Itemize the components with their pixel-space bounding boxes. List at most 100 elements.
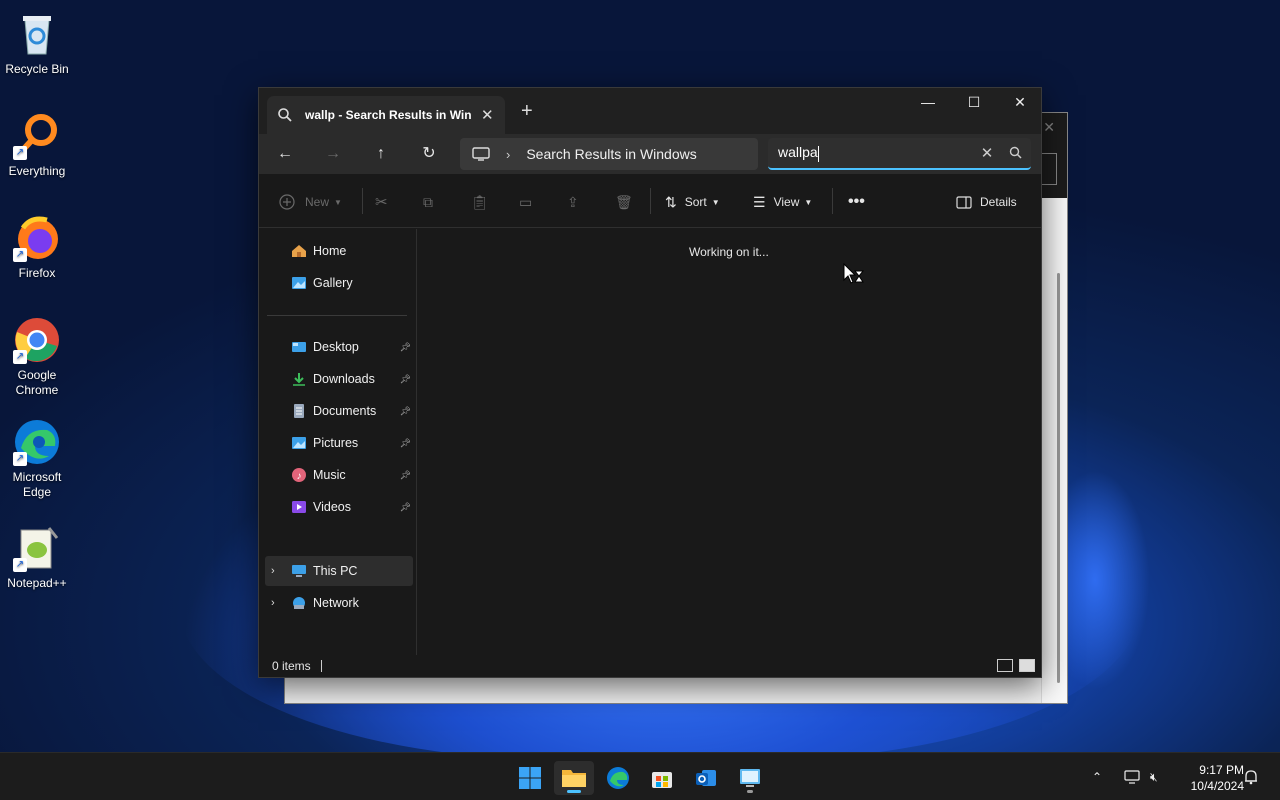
- back-button[interactable]: ←: [271, 142, 299, 166]
- background-window-scrollbar[interactable]: [1057, 273, 1060, 683]
- background-window-search-box[interactable]: [1041, 153, 1057, 185]
- tray-volume[interactable]: 🔇︎: [1150, 753, 1158, 800]
- store-icon: [652, 772, 672, 788]
- chevron-down-icon: ▼: [334, 197, 342, 207]
- maximize-button[interactable]: ☐: [951, 88, 997, 118]
- edge-icon: ↗: [13, 418, 61, 466]
- sidebar-divider: [267, 315, 407, 316]
- delete-button[interactable]: 🗑︎: [615, 191, 633, 213]
- sidebar-item-videos[interactable]: Videos 📌︎: [265, 492, 413, 522]
- sidebar-item-label: Desktop: [313, 340, 359, 354]
- sidebar-item-gallery[interactable]: Gallery: [265, 268, 413, 298]
- sidebar-item-home[interactable]: Home: [265, 236, 413, 266]
- new-button[interactable]: New ▼: [279, 191, 342, 213]
- tray-network[interactable]: [1124, 753, 1140, 800]
- running-indicator: [747, 790, 753, 793]
- chevron-up-icon: ⌃: [1092, 770, 1103, 784]
- chrome-icon: ↗: [13, 316, 61, 364]
- taskbar-control-panel[interactable]: [730, 761, 770, 795]
- minimize-button[interactable]: —: [905, 88, 951, 118]
- chevron-right-icon[interactable]: ›: [271, 565, 275, 577]
- sidebar-item-desktop[interactable]: Desktop 📌︎: [265, 332, 413, 362]
- title-bar: wallp - Search Results in Wind ✕ + — ☐ ✕: [259, 88, 1041, 134]
- pin-icon: 📌︎: [399, 469, 411, 480]
- sidebar-item-documents[interactable]: Documents 📌︎: [265, 396, 413, 426]
- more-icon: •••: [848, 193, 865, 210]
- item-count: 0 items: [272, 659, 311, 673]
- taskbar-outlook[interactable]: [686, 761, 726, 795]
- pin-icon: 📌︎: [399, 341, 411, 352]
- sidebar-item-pictures[interactable]: Pictures 📌︎: [265, 428, 413, 458]
- details-view-icon[interactable]: [997, 659, 1013, 672]
- details-button[interactable]: Details: [956, 191, 1017, 213]
- sidebar-item-downloads[interactable]: Downloads 📌︎: [265, 364, 413, 394]
- copy-icon: ⧉: [423, 193, 433, 210]
- search-icon: [278, 108, 292, 122]
- start-button[interactable]: [510, 761, 550, 795]
- clock-date: 10/4/2024: [1190, 779, 1244, 793]
- status-divider: [320, 660, 322, 672]
- videos-icon: [292, 501, 306, 513]
- desktop-icon-label: Google Chrome: [15, 368, 59, 397]
- shortcut-arrow-icon: ↗: [13, 350, 27, 364]
- control-panel-icon: [740, 769, 760, 787]
- address-bar[interactable]: › Search Results in Windows: [460, 138, 758, 170]
- search-submit-icon[interactable]: [1001, 146, 1031, 160]
- taskbar-edge[interactable]: [598, 761, 638, 795]
- address-text: Search Results in Windows: [526, 146, 697, 162]
- copy-button[interactable]: ⧉: [423, 191, 433, 213]
- desktop-icon-label: Microsoft Edge: [12, 470, 62, 499]
- music-icon: ♪: [292, 468, 306, 482]
- sidebar-item-network[interactable]: › Network: [265, 588, 413, 618]
- desktop-icon-notepad-plus-plus[interactable]: ↗ Notepad++: [0, 524, 74, 591]
- paste-button[interactable]: 📋︎: [471, 191, 489, 213]
- new-tab-button[interactable]: +: [521, 100, 533, 123]
- taskbar-microsoft-store[interactable]: [642, 761, 682, 795]
- view-button[interactable]: ☰ View ▼: [753, 191, 812, 213]
- desktop-icon-everything[interactable]: ↗ Everything: [0, 112, 74, 179]
- desktop-icon-label: Everything: [8, 164, 66, 178]
- rename-icon: ▭: [519, 193, 533, 210]
- clock-time: 9:17 PM: [1199, 763, 1244, 777]
- tab-search-results[interactable]: wallp - Search Results in Wind ✕: [267, 96, 505, 134]
- close-button[interactable]: ✕: [997, 88, 1043, 118]
- share-button[interactable]: ⇪: [567, 191, 579, 213]
- sidebar-item-label: Home: [313, 244, 347, 258]
- toolbar-divider: [650, 188, 651, 214]
- notifications-button[interactable]: [1244, 753, 1258, 800]
- file-list-area[interactable]: Working on it...: [417, 229, 1041, 655]
- show-hidden-icons-button[interactable]: ⌃: [1092, 753, 1102, 800]
- taskbar-file-explorer[interactable]: [554, 761, 594, 795]
- forward-button[interactable]: →: [319, 142, 347, 166]
- desktop-icon-chrome[interactable]: ↗ Google Chrome: [0, 316, 74, 398]
- desktop-icon-edge[interactable]: ↗ Microsoft Edge: [0, 418, 74, 500]
- desktop-icon-recycle-bin[interactable]: Recycle Bin: [0, 10, 74, 77]
- svg-text:♪: ♪: [297, 471, 302, 482]
- more-options-button[interactable]: •••: [848, 191, 865, 213]
- rename-button[interactable]: ▭: [519, 191, 532, 213]
- search-input[interactable]: wallpa ✕: [768, 138, 1031, 170]
- clear-search-icon[interactable]: ✕: [973, 144, 1001, 162]
- sort-button[interactable]: ⇅ Sort ▼: [665, 191, 720, 213]
- tiles-view-icon[interactable]: [1019, 659, 1035, 672]
- cut-button[interactable]: ✂: [375, 191, 388, 213]
- trash-icon: 🗑︎: [615, 193, 633, 210]
- recycle-bin-icon: [13, 10, 61, 58]
- up-button[interactable]: ↑: [367, 142, 395, 166]
- sidebar-item-music[interactable]: ♪ Music 📌︎: [265, 460, 413, 490]
- chevron-right-icon[interactable]: ›: [271, 597, 275, 609]
- breadcrumb-chevron-icon[interactable]: ›: [506, 147, 510, 162]
- taskbar-clock[interactable]: 9:17 PM 10/4/2024: [1176, 762, 1244, 794]
- sidebar-item-this-pc[interactable]: › This PC: [265, 556, 413, 586]
- tab-close-icon[interactable]: ✕: [481, 106, 494, 124]
- navigation-pane: Home Gallery Desktop 📌︎ Downloads 📌︎ Doc…: [259, 229, 417, 655]
- refresh-button[interactable]: ↻: [415, 142, 443, 166]
- navigation-bar: ← → ↑ ↻ › Search Results in Windows wall…: [259, 134, 1041, 174]
- home-icon: [292, 245, 306, 257]
- background-window-close-icon[interactable]: ✕: [1043, 119, 1055, 136]
- shortcut-arrow-icon: ↗: [13, 146, 27, 160]
- pin-icon: 📌︎: [399, 437, 411, 448]
- outlook-icon: [696, 770, 716, 786]
- desktop-icon-firefox[interactable]: ↗ Firefox: [0, 214, 74, 281]
- windows-logo-icon: [519, 767, 541, 789]
